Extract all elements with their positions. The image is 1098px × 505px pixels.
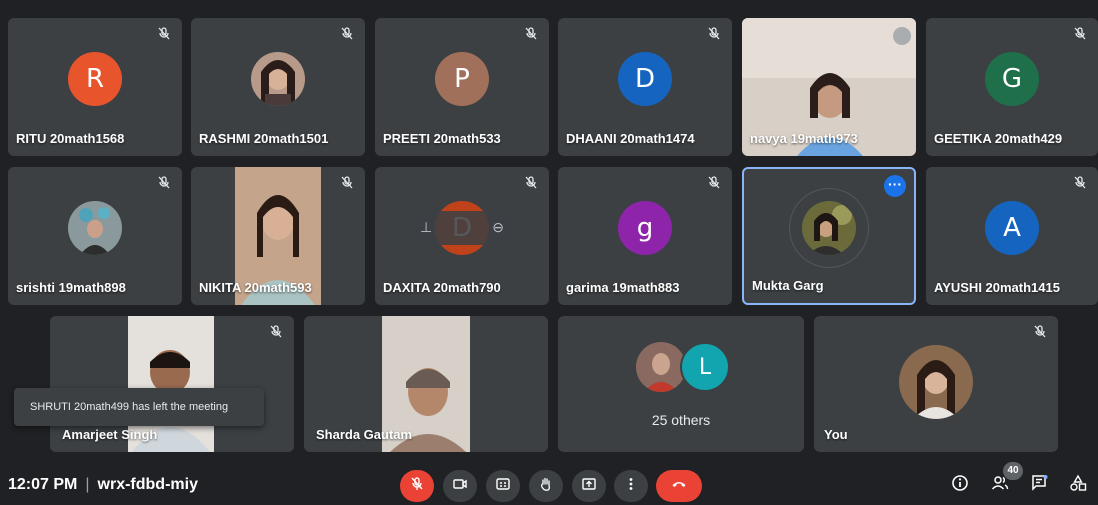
meeting-details: 12:07 PM | wrx-fdbd-miy — [8, 476, 198, 494]
raise-hand-icon — [538, 476, 554, 497]
camera-toggle-button[interactable] — [443, 470, 477, 502]
participant-tile-ritu[interactable]: R RITU 20math1568 — [8, 18, 182, 156]
others-count-label: 25 others — [651, 412, 711, 428]
participant-tile-you[interactable]: You — [814, 316, 1058, 452]
meeting-time: 12:07 PM — [8, 476, 78, 493]
participant-name: PREETI 20math533 — [383, 131, 501, 146]
avatar-photo — [802, 200, 856, 255]
present-screen-button[interactable] — [572, 470, 606, 502]
participant-tile-mukta[interactable]: ··· Mukta Garg — [742, 167, 916, 305]
more-options-icon — [623, 476, 639, 497]
avatar-photo — [68, 200, 122, 255]
participant-tile-nikita[interactable]: NIKITA 20math593 — [191, 167, 365, 305]
participant-name: NIKITA 20math593 — [199, 280, 312, 295]
meeting-info-button[interactable] — [950, 474, 970, 497]
participant-name: DHAANI 20math1474 — [566, 131, 695, 146]
mic-off-icon — [339, 26, 355, 42]
chat-icon — [1031, 474, 1049, 497]
participant-tile-sharda[interactable]: Sharda Gautam — [304, 316, 548, 452]
avatar-photo — [636, 342, 686, 392]
mic-off-icon — [1072, 26, 1088, 42]
mic-off-icon — [1032, 324, 1048, 340]
avatar: P — [435, 51, 489, 106]
participant-tile-ayushi[interactable]: A AYUSHI 20math1415 — [926, 167, 1098, 305]
chat-button[interactable] — [1030, 474, 1050, 497]
mic-off-icon — [339, 175, 355, 191]
mic-off-icon — [156, 26, 172, 42]
participant-name: DAXITA 20math790 — [383, 280, 501, 295]
captions-button[interactable] — [486, 470, 520, 502]
remove-icon[interactable]: ⊖ — [492, 219, 504, 236]
participant-name: GEETIKA 20math429 — [934, 131, 1063, 146]
captions-icon — [495, 476, 511, 497]
participant-name: RASHMI 20math1501 — [199, 131, 329, 146]
mic-off-icon — [156, 175, 172, 191]
mic-toggle-button[interactable] — [400, 470, 434, 502]
avatar: G — [985, 51, 1039, 106]
present-screen-icon — [581, 476, 597, 497]
participant-name: Sharda Gautam — [316, 427, 413, 442]
avatar: D — [618, 51, 672, 106]
participant-tile-navya[interactable]: navya 19math973 — [742, 18, 916, 156]
participant-tile-garima[interactable]: g garima 19math883 — [558, 167, 732, 305]
participant-name: Mukta Garg — [752, 278, 824, 293]
camera-icon — [452, 476, 468, 497]
more-options-icon[interactable]: ··· — [884, 175, 906, 197]
end-call-icon — [671, 476, 687, 497]
participant-tile-geetika[interactable]: G GEETIKA 20math429 — [926, 18, 1098, 156]
avatar-photo — [251, 51, 305, 106]
participant-tile-amarjeet[interactable]: Amarjeet Singh — [50, 316, 294, 452]
tile-hover-controls[interactable]: ⊥ ⊖ — [412, 210, 512, 245]
participant-name: Amarjeet Singh — [62, 427, 158, 442]
avatar: g — [618, 200, 672, 255]
pin-icon[interactable]: ⊥ — [420, 219, 432, 236]
end-call-button[interactable] — [656, 470, 702, 502]
people-count-badge: 40 — [1003, 462, 1023, 480]
avatar: R — [68, 51, 122, 106]
notification-toast: SHRUTI 20math499 has left the meeting — [14, 388, 264, 426]
meeting-code: wrx-fdbd-miy — [97, 476, 198, 493]
others-tile[interactable]: L 25 others — [558, 316, 804, 452]
separator: | — [85, 476, 90, 493]
mic-off-icon — [1072, 175, 1088, 191]
more-options-button[interactable] — [614, 470, 648, 502]
mic-off-icon — [409, 476, 425, 497]
participant-tile-rashmi[interactable]: RASHMI 20math1501 — [191, 18, 365, 156]
activities-icon — [1069, 474, 1087, 497]
participant-tile-preeti[interactable]: P PREETI 20math533 — [375, 18, 549, 156]
avatar: A — [985, 200, 1039, 255]
avatar: L — [680, 342, 730, 392]
activities-button[interactable] — [1068, 474, 1088, 497]
participant-tile-daxita[interactable]: D ⊥ ⊖ DAXITA 20math790 — [375, 167, 549, 305]
info-icon — [951, 474, 969, 497]
participant-name: AYUSHI 20math1415 — [934, 280, 1060, 295]
mic-off-icon — [268, 324, 284, 340]
participant-name: srishti 19math898 — [16, 280, 126, 295]
avatar-photo — [899, 345, 973, 419]
participant-name: RITU 20math1568 — [16, 131, 125, 146]
mic-off-icon — [706, 26, 722, 42]
participant-name: You — [824, 427, 848, 442]
participant-name: navya 19math973 — [750, 131, 858, 146]
mic-off-icon — [523, 175, 539, 191]
raise-hand-button[interactable] — [529, 470, 563, 502]
participant-name: garima 19math883 — [566, 280, 680, 295]
mic-off-icon — [706, 175, 722, 191]
participant-tile-dhaani[interactable]: D DHAANI 20math1474 — [558, 18, 732, 156]
mic-off-icon — [523, 26, 539, 42]
participant-tile-srishti[interactable]: srishti 19math898 — [8, 167, 182, 305]
